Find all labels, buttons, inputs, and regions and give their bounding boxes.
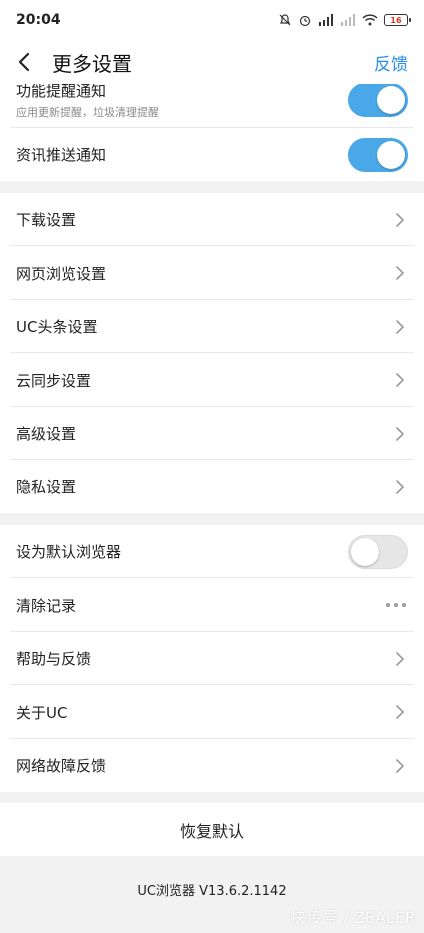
chevron-right-icon — [392, 651, 408, 667]
chevron-right-icon — [392, 265, 408, 281]
toggle-knob — [351, 537, 379, 566]
chevron-right-icon — [392, 479, 408, 495]
misc-group: 设为默认浏览器 清除记录 帮助与反馈 关于UC 网络故障反馈 — [0, 525, 424, 792]
toggle-knob — [377, 140, 405, 169]
help-feedback-row[interactable]: 帮助与反馈 — [0, 632, 424, 685]
news-push-label: 资讯推送通知 — [16, 146, 107, 164]
feature-reminder-toggle[interactable] — [348, 84, 408, 117]
more-dots-icon — [386, 603, 408, 607]
status-time: 20:04 — [16, 12, 61, 28]
wifi-icon — [362, 14, 378, 26]
chevron-right-icon — [392, 426, 408, 442]
feature-reminder-label: 功能提醒通知 — [16, 84, 107, 100]
clear-records-row[interactable]: 清除记录 — [0, 578, 424, 632]
default-browser-label: 设为默认浏览器 — [16, 543, 122, 561]
default-browser-toggle[interactable] — [348, 534, 408, 569]
restore-default-button[interactable]: 恢复默认 — [0, 803, 424, 856]
signal-weak-icon — [341, 14, 355, 26]
feature-reminder-row: 功能提醒通知 应用更新提醒，垃圾清理提醒 — [0, 84, 424, 128]
default-browser-row: 设为默认浏览器 — [0, 525, 424, 578]
feedback-link[interactable]: 反馈 — [374, 50, 424, 75]
about-uc-row[interactable]: 关于UC — [0, 685, 424, 739]
signal-hd-icon — [319, 14, 333, 26]
clear-records-label: 清除记录 — [16, 596, 77, 615]
header: 更多设置 反馈 — [0, 40, 424, 84]
help-feedback-label: 帮助与反馈 — [16, 650, 92, 668]
chevron-right-icon — [392, 704, 408, 720]
settings-menu-group: 下载设置 网页浏览设置 UC头条设置 云同步设置 高级设置 隐私设置 — [0, 193, 424, 513]
status-bar: 20:04 16 — [0, 0, 424, 40]
notifications-group: 功能提醒通知 应用更新提醒，垃圾清理提醒 资讯推送通知 — [0, 84, 424, 181]
battery-icon: 16 — [384, 14, 411, 26]
about-uc-label: 关于UC — [16, 703, 68, 722]
chevron-right-icon — [392, 758, 408, 774]
alarm-icon — [299, 15, 311, 27]
chevron-right-icon — [392, 319, 408, 335]
back-icon[interactable] — [0, 40, 48, 84]
watermark: 快传号 / ZEALER — [290, 908, 416, 927]
status-icons: 16 — [278, 13, 411, 27]
chevron-right-icon — [392, 372, 408, 388]
page-title: 更多设置 — [52, 51, 132, 76]
toggle-knob — [377, 86, 405, 114]
network-feedback-row[interactable]: 网络故障反馈 — [0, 739, 424, 792]
menu-item-uc-headlines[interactable]: UC头条设置 — [0, 300, 424, 353]
feature-reminder-sublabel: 应用更新提醒，垃圾清理提醒 — [16, 106, 159, 119]
menu-item-advanced[interactable]: 高级设置 — [0, 407, 424, 460]
menu-item-web-browsing[interactable]: 网页浏览设置 — [0, 246, 424, 300]
menu-item-privacy[interactable]: 隐私设置 — [0, 460, 424, 513]
settings-scroll[interactable]: 功能提醒通知 应用更新提醒，垃圾清理提醒 资讯推送通知 下载设置 网页浏览设置 — [0, 84, 424, 933]
mute-bell-icon — [279, 14, 291, 26]
chevron-right-icon — [392, 212, 408, 228]
news-push-row: 资讯推送通知 — [0, 128, 424, 181]
version-text: UC浏览器 V13.6.2.1142 — [137, 884, 287, 899]
menu-item-cloud-sync[interactable]: 云同步设置 — [0, 353, 424, 407]
menu-item-download[interactable]: 下载设置 — [0, 193, 424, 246]
network-feedback-label: 网络故障反馈 — [16, 757, 107, 775]
news-push-toggle[interactable] — [348, 137, 408, 172]
